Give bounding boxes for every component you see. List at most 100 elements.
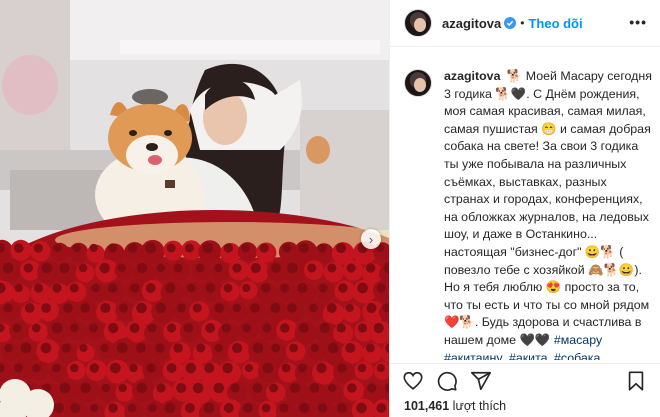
rose-center-shape (205, 323, 216, 333)
rose-center-shape (196, 343, 206, 353)
rose-center-shape (231, 342, 243, 354)
rose-center-shape (90, 403, 99, 413)
rose-center-shape (110, 362, 121, 374)
rose-center-shape (367, 383, 377, 393)
rose-center-shape (327, 342, 339, 354)
rose-center-shape (187, 283, 196, 293)
rose-center-shape (53, 402, 64, 414)
rose-center-shape (223, 403, 234, 413)
rose-center-shape (357, 363, 367, 373)
rose-center-shape (309, 303, 318, 313)
rose-center-shape (127, 243, 138, 253)
bookmark-icon[interactable] (625, 370, 647, 392)
rose-center-shape (347, 383, 357, 393)
rose-center-shape (130, 283, 140, 293)
rose-center-shape (14, 243, 24, 253)
hashtag-link[interactable]: #собака (554, 351, 600, 361)
rose-center-shape (269, 383, 279, 393)
rose-center-shape (89, 363, 100, 373)
rose-center-shape (270, 303, 281, 313)
rose-center-shape (327, 383, 337, 393)
likes-number: 101,461 (404, 399, 450, 413)
post-header: azagitova • Theo dõi ••• (390, 0, 660, 47)
rose-center-shape (214, 303, 225, 313)
rose-center-shape (192, 303, 202, 313)
hashtag-link[interactable]: #масару (554, 333, 602, 347)
rose-center-shape (250, 303, 260, 313)
rose-center-shape (88, 323, 98, 333)
avatar[interactable] (404, 9, 432, 37)
hashtag-link[interactable]: #акита (509, 351, 548, 361)
comment-icon[interactable] (436, 370, 458, 392)
rose-center-shape (80, 382, 91, 394)
rose-center-shape (336, 323, 346, 333)
rose-center-shape (166, 363, 177, 373)
rose-center-shape (147, 323, 157, 333)
rose-center-shape (250, 262, 261, 274)
rose-center-shape (24, 303, 35, 313)
likes-label: lượt thích (452, 399, 507, 413)
rose-center-shape (3, 303, 13, 313)
rose-center-shape (78, 263, 88, 273)
caption-avatar[interactable] (404, 69, 432, 97)
rose-center-shape (309, 383, 320, 393)
rose-center-shape (244, 363, 253, 373)
rose-center-shape (223, 243, 234, 253)
rose-center-shape (298, 402, 310, 414)
rose-center-shape (2, 262, 14, 274)
rose-center-shape (317, 403, 328, 413)
share-icon[interactable] (470, 370, 492, 392)
rose-center-shape (108, 283, 118, 293)
rose-center-shape (252, 383, 263, 393)
rose-center-shape (127, 403, 137, 413)
rose-center-shape (373, 322, 384, 334)
caption-username[interactable]: azagitova (444, 69, 500, 83)
rose-center-shape (40, 342, 52, 354)
heart-icon[interactable] (402, 370, 424, 392)
rose-center-shape (108, 322, 119, 334)
likes-count[interactable]: 101,461 lượt thích (404, 399, 506, 413)
roses-pattern (0, 239, 389, 417)
header-username[interactable]: azagitova (442, 16, 501, 31)
rose-center-shape (252, 342, 264, 354)
rose-center-shape (366, 302, 377, 314)
rose-center-shape (4, 343, 13, 353)
rose-center-shape (148, 403, 157, 413)
rose-center-shape (326, 303, 337, 313)
rose-center-shape (155, 302, 167, 314)
rose-center-shape (298, 363, 307, 373)
rose-center-shape (337, 363, 347, 373)
follow-button[interactable]: Theo dõi (528, 16, 582, 31)
rose-center-shape (376, 363, 385, 373)
rose-center-shape (202, 242, 214, 254)
rose-center-shape (290, 382, 301, 394)
more-options-button[interactable]: ••• (629, 14, 647, 30)
rose-center-shape (100, 302, 111, 314)
caption-comment: azagitova 🐕 Моей Масару сегодня 3 годика… (404, 68, 654, 360)
rose-center-shape (52, 363, 61, 373)
rose-center-shape (23, 263, 33, 273)
rose-center-shape (356, 402, 367, 414)
rose-center-shape (184, 402, 195, 414)
rose-center-shape (41, 303, 51, 313)
rose-center-shape (232, 263, 242, 273)
carousel-next-button[interactable]: › (361, 229, 381, 249)
rose-center-shape (62, 303, 73, 313)
rose-center-shape (317, 243, 327, 253)
hashtag-link[interactable]: #акитаину (444, 351, 503, 361)
rose-center-shape (108, 403, 118, 413)
rose-center-shape (279, 323, 290, 333)
rose-center-shape (79, 343, 88, 353)
rose-center-shape (183, 323, 194, 333)
rose-center-shape (335, 242, 347, 254)
rose-center-shape (297, 282, 308, 294)
rose-center-shape (376, 403, 387, 413)
rose-center-shape (357, 323, 368, 333)
post-photo[interactable]: › (0, 0, 389, 417)
rose-center-shape (345, 303, 354, 313)
rose-center-shape (204, 362, 215, 374)
rose-center-shape (166, 243, 176, 253)
rose-center-shape (345, 342, 356, 354)
rose-center-shape (270, 263, 281, 273)
rose-center-shape (223, 283, 233, 293)
